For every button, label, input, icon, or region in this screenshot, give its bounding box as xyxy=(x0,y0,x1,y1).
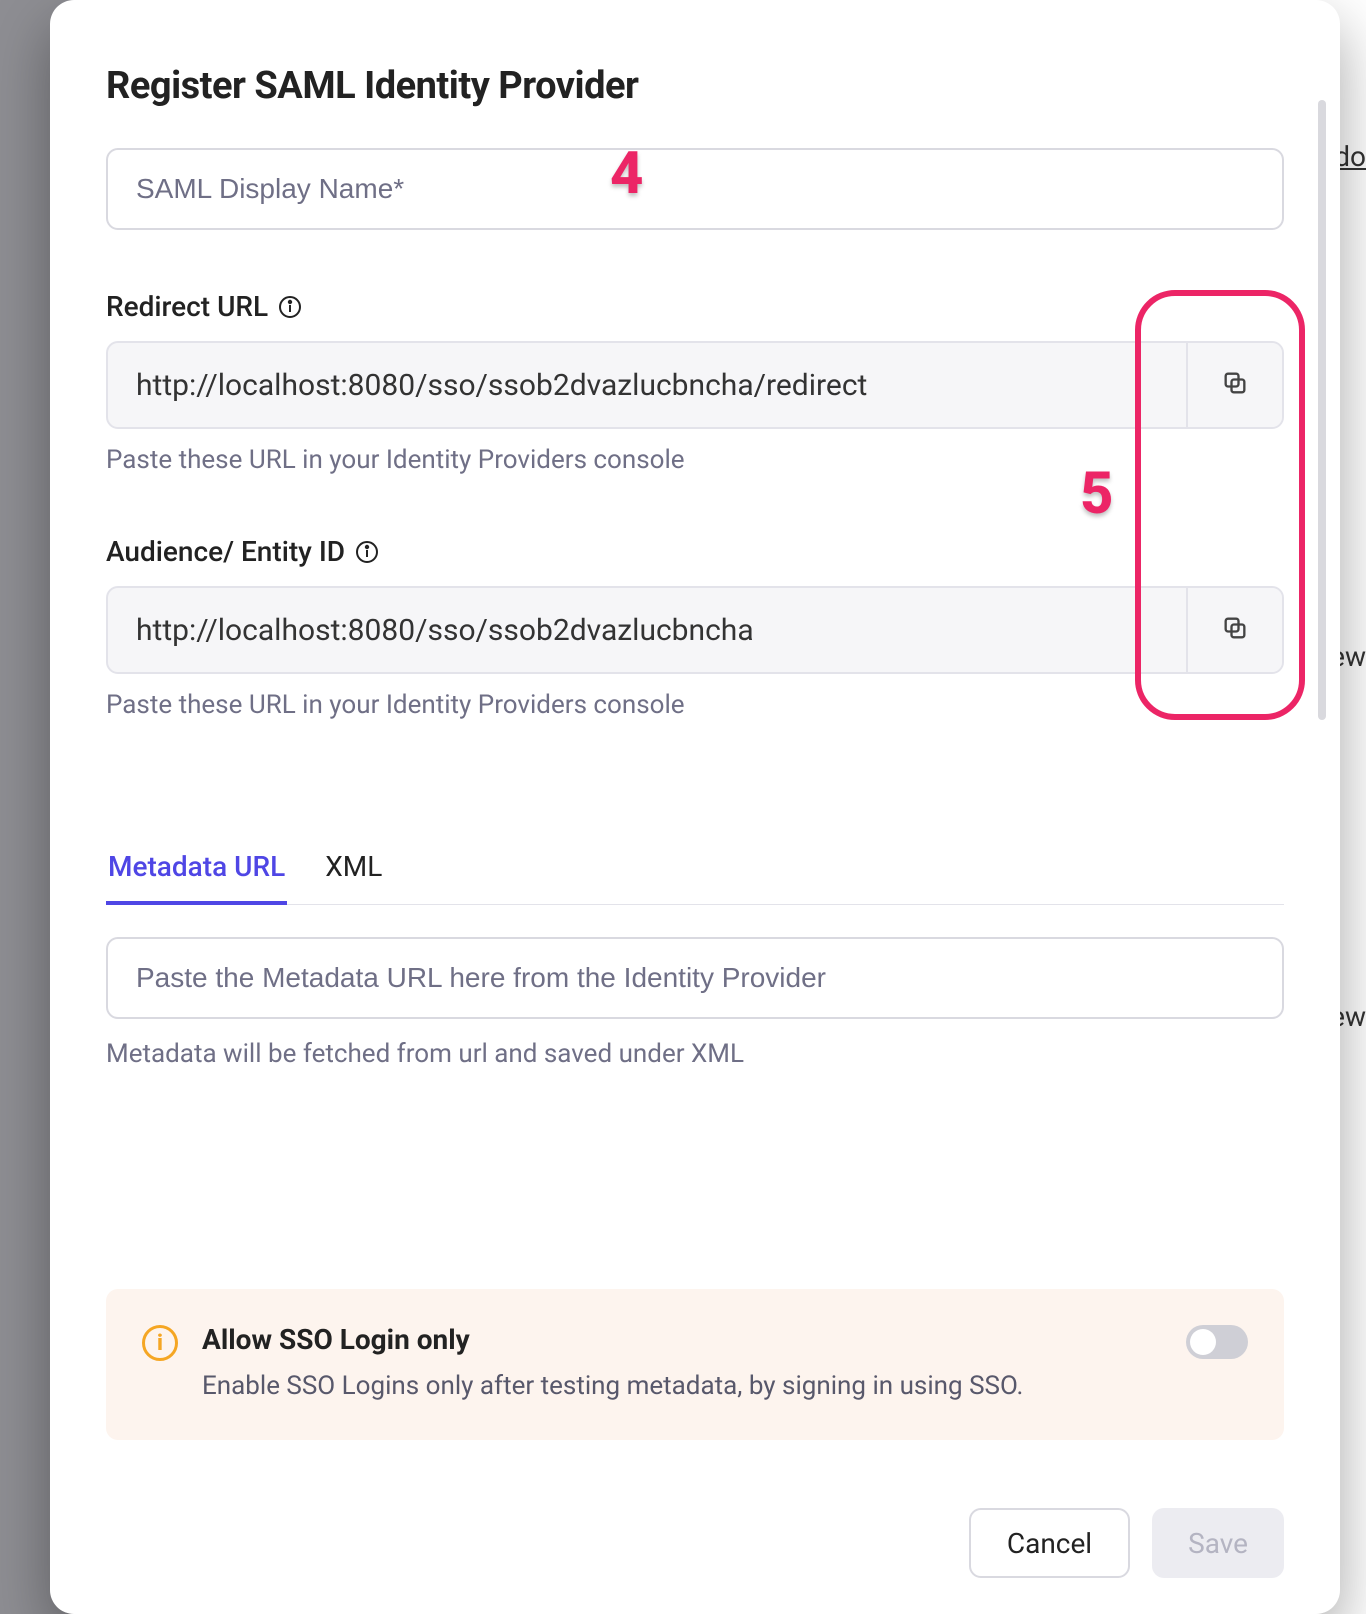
audience-field: http://localhost:8080/sso/ssob2dvazlucbn… xyxy=(106,586,1284,674)
redirect-url-label: Redirect URL xyxy=(106,290,1284,323)
redirect-url-value: http://localhost:8080/sso/ssob2dvazlucbn… xyxy=(108,343,1186,427)
sso-only-notice: i Allow SSO Login only Enable SSO Logins… xyxy=(106,1289,1284,1440)
redirect-url-hint: Paste these URL in your Identity Provide… xyxy=(106,445,1284,475)
audience-label-text: Audience/ Entity ID xyxy=(106,535,345,568)
audience-value: http://localhost:8080/sso/ssob2dvazlucbn… xyxy=(108,588,1186,672)
copy-redirect-url-button[interactable] xyxy=(1186,343,1282,427)
copy-audience-button[interactable] xyxy=(1186,588,1282,672)
metadata-tabs: Metadata URL XML xyxy=(106,840,1284,905)
save-button[interactable]: Save xyxy=(1152,1508,1284,1578)
info-icon[interactable] xyxy=(278,295,302,319)
audience-label: Audience/ Entity ID xyxy=(106,535,1284,568)
metadata-hint: Metadata will be fetched from url and sa… xyxy=(106,1039,1284,1069)
redirect-url-field: http://localhost:8080/sso/ssob2dvazlucbn… xyxy=(106,341,1284,429)
audience-hint: Paste these URL in your Identity Provide… xyxy=(106,690,1284,720)
modal-footer: Cancel Save xyxy=(969,1508,1284,1578)
modal-scrollbar[interactable] xyxy=(1318,100,1326,1614)
saml-display-name-input[interactable] xyxy=(106,148,1284,230)
metadata-url-input[interactable] xyxy=(106,937,1284,1019)
sso-only-toggle[interactable] xyxy=(1186,1325,1248,1359)
notice-title: Allow SSO Login only xyxy=(202,1323,1162,1356)
redirect-url-label-text: Redirect URL xyxy=(106,290,268,323)
copy-icon xyxy=(1221,614,1249,646)
tab-metadata-url[interactable]: Metadata URL xyxy=(106,840,287,905)
tab-xml[interactable]: XML xyxy=(323,840,384,904)
modal-register-saml: Register SAML Identity Provider Redirect… xyxy=(50,0,1340,1614)
copy-icon xyxy=(1221,369,1249,401)
info-icon: i xyxy=(142,1325,178,1361)
info-icon[interactable] xyxy=(355,540,379,564)
modal-title: Register SAML Identity Provider xyxy=(106,64,1284,108)
cancel-button[interactable]: Cancel xyxy=(969,1508,1130,1578)
notice-text: Enable SSO Logins only after testing met… xyxy=(202,1368,1162,1406)
